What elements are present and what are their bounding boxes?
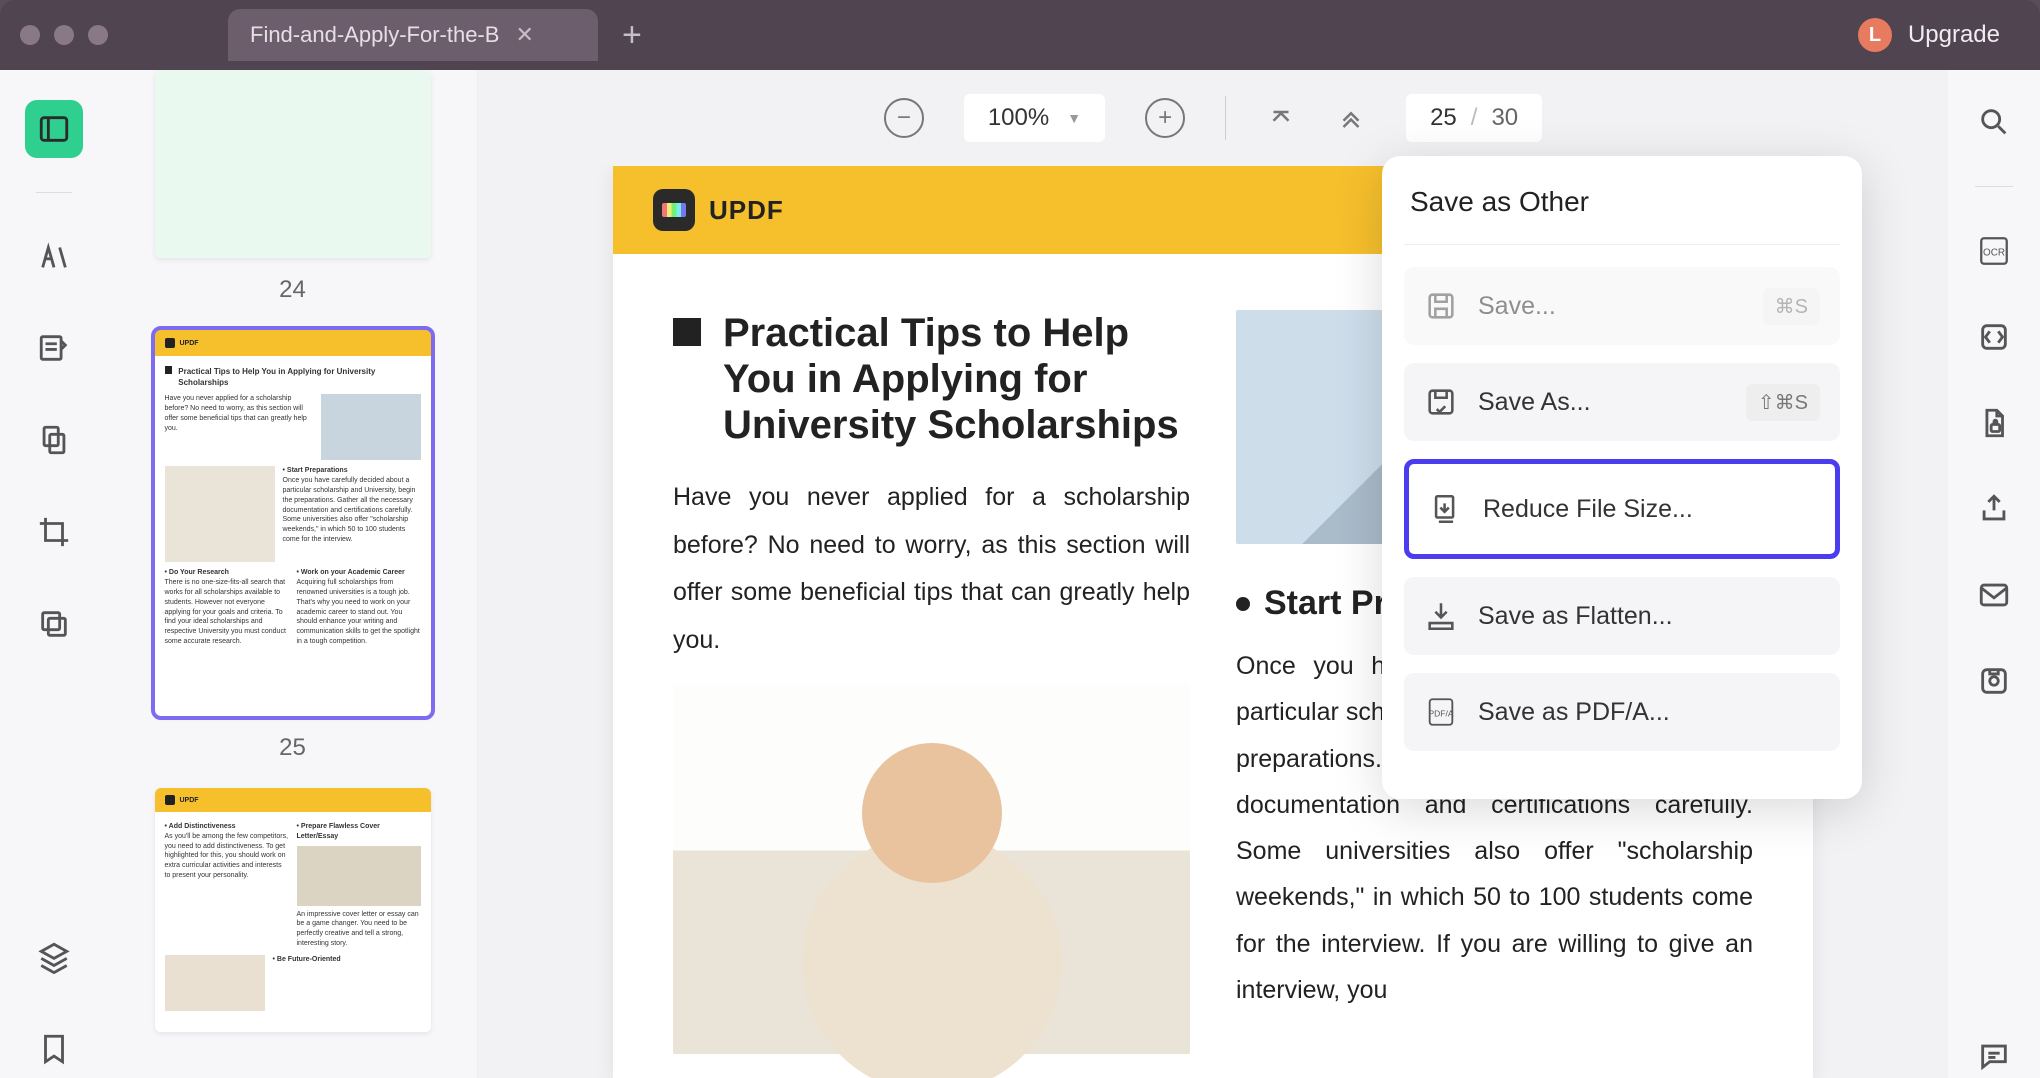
left-toolbar bbox=[0, 70, 108, 1078]
thumbnail-preview bbox=[155, 70, 431, 258]
reduce-size-icon bbox=[1429, 492, 1463, 526]
close-window-icon[interactable] bbox=[20, 25, 40, 45]
thumbnail-number: 25 bbox=[279, 734, 306, 762]
thumbnail-page[interactable]: UPDF • Add DistinctivenessAs you'll be a… bbox=[138, 788, 447, 1032]
save-item-save-as[interactable]: Save As... ⇧⌘S bbox=[1404, 363, 1840, 441]
divider bbox=[1225, 96, 1226, 140]
zoom-level-display[interactable]: 100% ▼ bbox=[964, 94, 1105, 142]
document-heading: Practical Tips to Help You in Applying f… bbox=[723, 310, 1190, 448]
shortcut-label: ⇧⌘S bbox=[1746, 384, 1820, 421]
zoom-in-button[interactable]: + bbox=[1145, 98, 1185, 138]
round-bullet-icon bbox=[1236, 597, 1250, 611]
save-item-label: Save As... bbox=[1478, 388, 1591, 417]
layers-button[interactable] bbox=[25, 928, 83, 986]
first-page-button[interactable] bbox=[1266, 102, 1296, 135]
divider bbox=[36, 192, 72, 193]
save-as-other-button[interactable] bbox=[1972, 659, 2016, 703]
save-as-icon bbox=[1424, 385, 1458, 419]
comments-button[interactable] bbox=[1972, 1034, 2016, 1078]
svg-text:PDF/A: PDF/A bbox=[1428, 708, 1453, 718]
crop-tool-button[interactable] bbox=[25, 503, 83, 561]
save-item-reduce-file-size[interactable]: Reduce File Size... bbox=[1404, 459, 1840, 559]
search-button[interactable] bbox=[1972, 100, 2016, 144]
divider bbox=[1975, 186, 2013, 187]
save-item-flatten[interactable]: Save as Flatten... bbox=[1404, 577, 1840, 655]
save-item-pdfa[interactable]: PDF/A Save as PDF/A... bbox=[1404, 673, 1840, 751]
updf-logo-icon bbox=[653, 189, 695, 231]
convert-button[interactable] bbox=[1972, 315, 2016, 359]
right-toolbar: OCR bbox=[1948, 70, 2040, 1078]
thumbnail-panel[interactable]: 24 UPDF Practical Tips to Help You in Ap… bbox=[108, 70, 478, 1078]
flatten-icon bbox=[1424, 599, 1458, 633]
organize-pages-button[interactable] bbox=[25, 595, 83, 653]
titlebar: Find-and-Apply-For-the-B ✕ + L Upgrade bbox=[0, 0, 2040, 70]
page-number-display[interactable]: 25 / 30 bbox=[1406, 94, 1542, 142]
content: 24 UPDF Practical Tips to Help You in Ap… bbox=[0, 70, 2040, 1078]
save-item-label: Save... bbox=[1478, 292, 1556, 321]
bookmark-button[interactable] bbox=[25, 1020, 83, 1078]
new-tab-button[interactable]: + bbox=[622, 16, 642, 55]
email-button[interactable] bbox=[1972, 573, 2016, 617]
chevron-down-icon: ▼ bbox=[1067, 110, 1081, 126]
document-toolbar: − 100% ▼ + 25 / 30 bbox=[478, 70, 1948, 166]
close-tab-icon[interactable]: ✕ bbox=[515, 22, 533, 48]
panel-title: Save as Other bbox=[1404, 186, 1840, 245]
save-item-label: Save as Flatten... bbox=[1478, 602, 1673, 631]
pdfa-icon: PDF/A bbox=[1424, 695, 1458, 729]
edit-text-tool-button[interactable] bbox=[25, 319, 83, 377]
save-item-label: Save as PDF/A... bbox=[1478, 698, 1670, 727]
thumbnail-preview: UPDF Practical Tips to Help You in Apply… bbox=[155, 330, 431, 716]
minimize-window-icon[interactable] bbox=[54, 25, 74, 45]
thumbnail-page[interactable]: UPDF Practical Tips to Help You in Apply… bbox=[138, 330, 447, 762]
protect-button[interactable] bbox=[1972, 401, 2016, 445]
brand-text: UPDF bbox=[709, 195, 784, 226]
share-button[interactable] bbox=[1972, 487, 2016, 531]
save-item-label: Reduce File Size... bbox=[1483, 495, 1693, 524]
thumbnail-preview: UPDF • Add DistinctivenessAs you'll be a… bbox=[155, 788, 431, 1032]
square-bullet-icon bbox=[673, 318, 701, 346]
zoom-out-button[interactable]: − bbox=[884, 98, 924, 138]
upgrade-button[interactable]: Upgrade bbox=[1908, 21, 2000, 49]
shortcut-label: ⌘S bbox=[1763, 288, 1820, 325]
tab-title: Find-and-Apply-For-the-B bbox=[250, 22, 499, 48]
thumbnail-number: 24 bbox=[279, 276, 306, 304]
maximize-window-icon[interactable] bbox=[88, 25, 108, 45]
ocr-button[interactable]: OCR bbox=[1972, 229, 2016, 273]
traffic-lights bbox=[20, 25, 108, 45]
svg-text:OCR: OCR bbox=[1983, 247, 2005, 258]
save-as-other-panel: Save as Other Save... ⌘S Save As... ⇧⌘S … bbox=[1382, 156, 1862, 799]
save-icon bbox=[1424, 289, 1458, 323]
avatar[interactable]: L bbox=[1858, 18, 1892, 52]
document-paragraph: Have you never applied for a scholarship… bbox=[673, 474, 1190, 664]
app-window: Find-and-Apply-For-the-B ✕ + L Upgrade bbox=[0, 0, 2040, 1078]
document-tab[interactable]: Find-and-Apply-For-the-B ✕ bbox=[228, 9, 598, 61]
thumbnail-page[interactable]: 24 bbox=[138, 70, 447, 304]
document-image bbox=[673, 684, 1190, 1054]
reader-mode-button[interactable] bbox=[25, 100, 83, 158]
save-item-save: Save... ⌘S bbox=[1404, 267, 1840, 345]
page-tools-button[interactable] bbox=[25, 411, 83, 469]
highlighter-tool-button[interactable] bbox=[25, 227, 83, 285]
previous-page-button[interactable] bbox=[1336, 102, 1366, 135]
document-area: − 100% ▼ + 25 / 30 bbox=[478, 70, 1948, 1078]
